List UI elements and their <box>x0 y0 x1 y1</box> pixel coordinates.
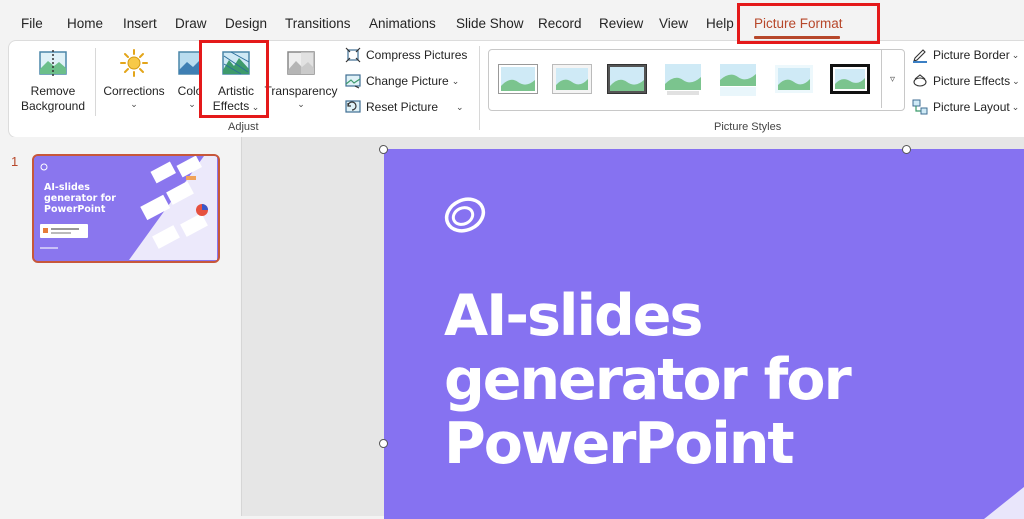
gallery-more-button[interactable]: ▿ <box>881 50 903 108</box>
tab-record[interactable]: Record <box>538 16 582 31</box>
slide-thumbnail[interactable]: AI-slides generator for PowerPoint <box>32 154 220 263</box>
picture-style-6[interactable] <box>774 64 814 94</box>
picture-style-3[interactable] <box>607 64 647 94</box>
sun-icon <box>120 49 148 77</box>
artistic-effects-button[interactable]: Artistic Effects ⌄ <box>206 48 266 114</box>
tab-file[interactable]: File <box>21 16 43 31</box>
tab-insert[interactable]: Insert <box>123 16 157 31</box>
color-button-wrapper: Color ⌄ <box>172 48 200 112</box>
compress-pictures-button[interactable]: Compress Pictures <box>345 47 467 63</box>
tab-review[interactable]: Review <box>599 16 643 31</box>
picture-style-7[interactable] <box>830 64 870 94</box>
color-label: Color <box>177 84 200 98</box>
resize-handle-top-left[interactable] <box>379 145 388 154</box>
tab-slide-show[interactable]: Slide Show <box>456 16 524 31</box>
picture-layout-button[interactable]: Picture Layout ⌄ <box>912 99 1019 115</box>
remove-background-label-1: Remove <box>30 84 76 98</box>
corrections-label: Corrections <box>103 84 165 98</box>
pen-icon <box>913 49 927 63</box>
slide-thumbnail-title: AI-slides generator for PowerPoint <box>44 182 116 215</box>
picture-effects-button[interactable]: Picture Effects ⌄ <box>912 73 1020 89</box>
transparency-label: Transparency <box>264 84 338 98</box>
artistic-effects-label-1: Artistic <box>218 84 254 98</box>
tab-design[interactable]: Design <box>225 16 267 31</box>
logo-icon <box>444 197 486 233</box>
corrections-button[interactable]: Corrections ⌄ <box>102 48 166 110</box>
chevron-down-icon: ⌄ <box>130 99 138 109</box>
tab-home[interactable]: Home <box>67 16 103 31</box>
chevron-down-icon: ⌄ <box>1012 75 1020 86</box>
compress-pictures-label: Compress Pictures <box>366 48 468 62</box>
tab-animations[interactable]: Animations <box>369 16 436 31</box>
reset-picture-button[interactable]: Reset Picture ⌄ <box>345 99 464 115</box>
menu-bar: File Home Insert Draw Design Transitions… <box>0 0 1024 39</box>
color-button[interactable]: Color ⌄ <box>172 48 200 110</box>
picture-layout-label: Picture Layout <box>933 100 1010 114</box>
picture-style-5[interactable] <box>718 62 758 98</box>
remove-background-label-2: Background <box>20 99 86 113</box>
compress-icon <box>345 47 361 63</box>
picture-style-1[interactable] <box>498 64 538 94</box>
transparency-icon <box>287 51 315 75</box>
change-picture-icon <box>345 74 361 89</box>
active-tab-indicator <box>754 36 840 39</box>
transparency-button[interactable]: Transparency ⌄ <box>264 48 338 110</box>
resize-handle-middle-left[interactable] <box>379 439 388 448</box>
slide-picture[interactable]: AI-slides generator for PowerPoint <box>384 149 1024 519</box>
ribbon-separator <box>479 46 480 130</box>
slide-number: 1 <box>11 154 19 169</box>
artistic-effects-icon <box>222 51 250 75</box>
chevron-down-icon: ⌄ <box>1011 101 1020 112</box>
ribbon-separator <box>95 48 96 116</box>
chevron-down-icon: ⌄ <box>188 99 196 109</box>
picture-layout-icon <box>912 99 928 115</box>
tab-help[interactable]: Help <box>706 16 734 31</box>
change-picture-button[interactable]: Change Picture ⌄ <box>345 73 459 89</box>
picture-effects-label: Picture Effects <box>933 74 1011 88</box>
picture-styles-group-label: Picture Styles <box>714 121 782 133</box>
picture-style-2[interactable] <box>552 64 592 94</box>
tab-view[interactable]: View <box>659 16 688 31</box>
color-icon <box>178 51 200 75</box>
tab-draw[interactable]: Draw <box>175 16 207 31</box>
reset-picture-icon <box>345 100 361 113</box>
adjust-group-label: Adjust <box>228 121 259 133</box>
chevron-down-icon: ⌄ <box>451 75 460 86</box>
picture-border-button[interactable]: Picture Border ⌄ <box>912 47 1019 63</box>
picture-style-4[interactable] <box>663 62 703 96</box>
tab-picture-format[interactable]: Picture Format <box>754 16 843 31</box>
picture-effects-icon <box>913 74 927 87</box>
tab-transitions[interactable]: Transitions <box>285 16 351 31</box>
chevron-down-icon: ⌄ <box>297 99 305 109</box>
chevron-down-icon: ⌄ <box>1011 49 1020 60</box>
chevron-down-icon: ⌄ <box>456 101 464 112</box>
resize-handle-top-middle[interactable] <box>902 145 911 154</box>
remove-background-button[interactable]: Remove Background <box>20 48 86 114</box>
picture-border-label: Picture Border <box>933 48 1010 62</box>
remove-background-icon <box>39 50 67 76</box>
slide-title: AI-slides generator for PowerPoint <box>444 283 852 477</box>
reset-picture-label: Reset Picture <box>366 100 439 114</box>
chevron-down-icon: ▿ <box>889 73 896 85</box>
change-picture-label: Change Picture <box>366 74 449 88</box>
artistic-effects-label-2: Effects ⌄ <box>212 99 260 113</box>
